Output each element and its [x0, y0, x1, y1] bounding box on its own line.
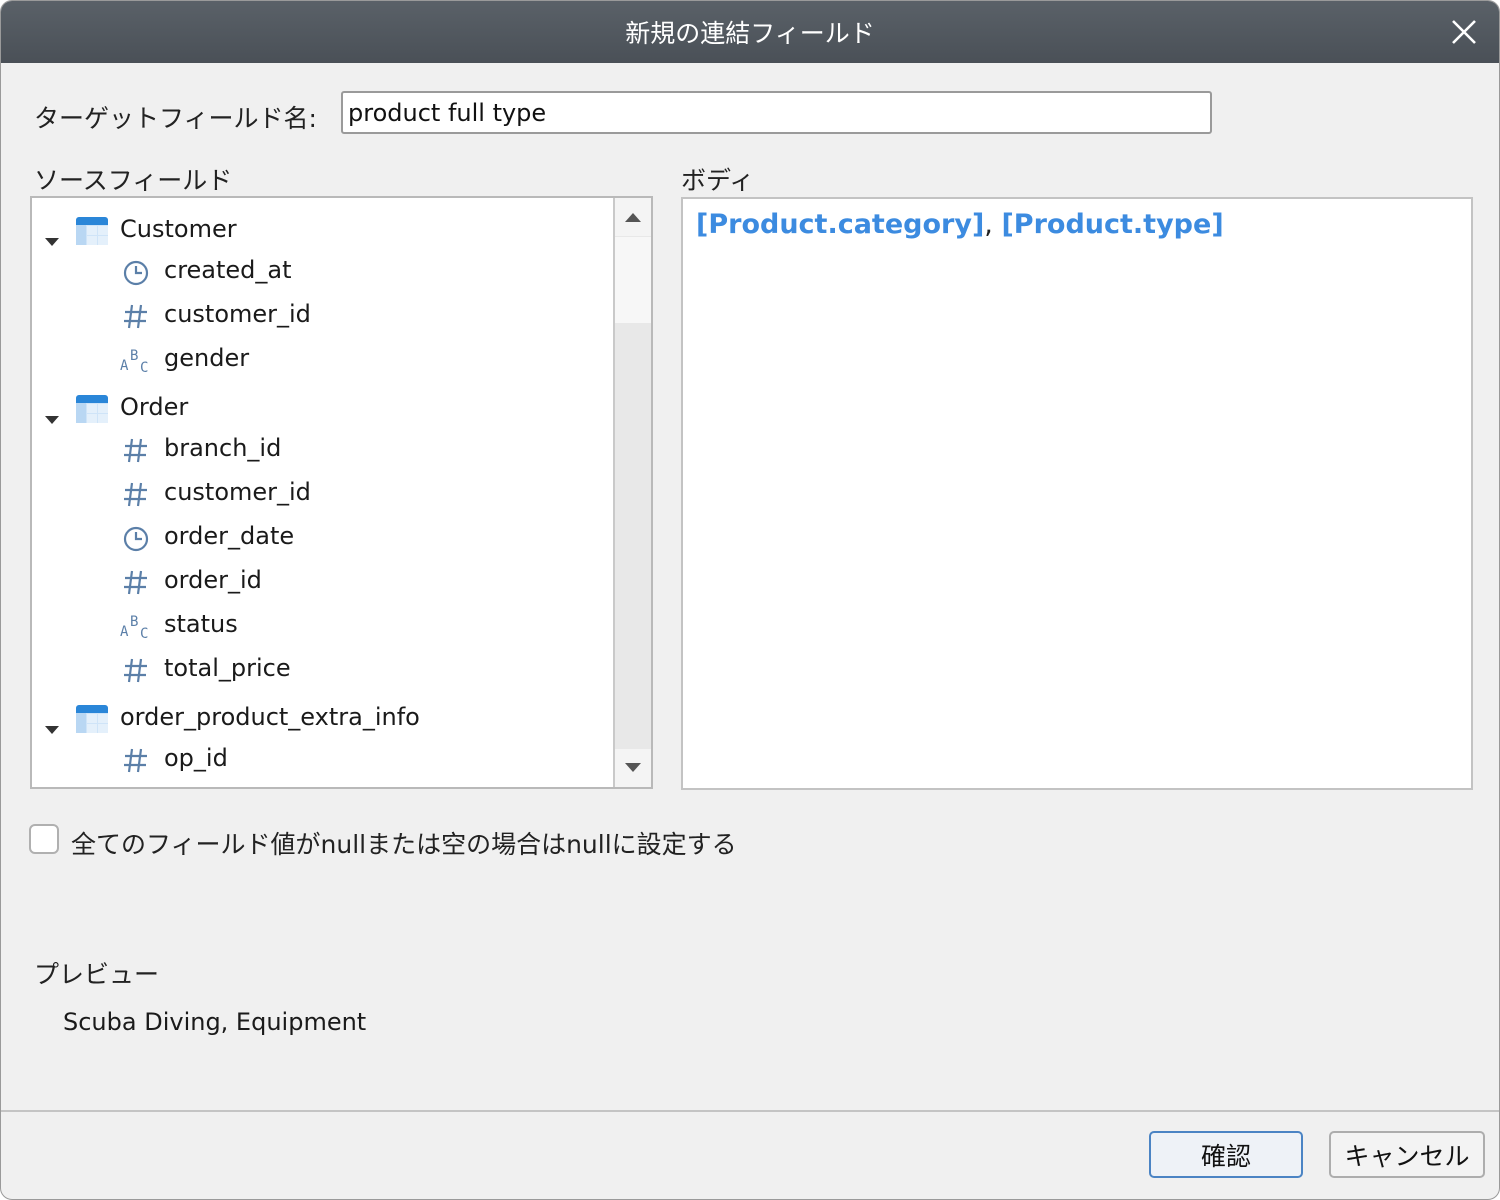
- clock-icon: [120, 256, 152, 288]
- svg-text:A: A: [120, 624, 129, 640]
- tree-field-label: total_price: [164, 654, 291, 682]
- tree-field-row[interactable]: order_id: [32, 562, 614, 602]
- svg-text:C: C: [140, 626, 148, 642]
- expand-arrow-icon[interactable]: [44, 713, 60, 741]
- tree-group-label: Customer: [120, 215, 237, 243]
- tree-field-label: created_at: [164, 256, 292, 284]
- body-token-type[interactable]: [Product.type]: [1001, 209, 1223, 240]
- footer-divider: [1, 1110, 1499, 1112]
- scrollbar[interactable]: [613, 198, 651, 787]
- null-option-label[interactable]: 全てのフィールド値がnullまたは空の場合はnullに設定する: [71, 825, 737, 861]
- window-title: 新規の連結フィールド: [625, 19, 875, 48]
- hash-icon: [120, 300, 152, 332]
- table-icon: [76, 215, 108, 253]
- tree-group-row[interactable]: order_product_extra_info: [32, 699, 614, 739]
- svg-text:B: B: [130, 348, 138, 364]
- scroll-down-button[interactable]: [615, 749, 651, 787]
- tree-field-label: branch_id: [164, 434, 282, 462]
- body-separator: ,: [984, 209, 1002, 240]
- hash-icon: [120, 434, 152, 466]
- triangle-up-icon: [625, 213, 641, 222]
- tree-field-label: order_id: [164, 566, 262, 594]
- cancel-button[interactable]: キャンセル: [1329, 1131, 1485, 1178]
- scroll-thumb[interactable]: [615, 237, 651, 323]
- expand-arrow-icon[interactable]: [44, 225, 60, 253]
- table-icon: [76, 703, 108, 741]
- hash-icon: [120, 478, 152, 510]
- tree-field-row[interactable]: op_id: [32, 740, 614, 780]
- expand-arrow-icon[interactable]: [44, 403, 60, 431]
- tree-field-row[interactable]: created_at: [32, 252, 614, 292]
- tree-group-row[interactable]: Customer: [32, 211, 614, 251]
- tree-field-label: status: [164, 610, 238, 638]
- body-token-category[interactable]: [Product.category]: [696, 209, 984, 240]
- hash-icon: [120, 744, 152, 776]
- hash-icon: [120, 654, 152, 686]
- tree-field-row[interactable]: customer_id: [32, 296, 614, 336]
- body-editor[interactable]: [Product.category], [Product.type]: [681, 197, 1473, 790]
- close-button[interactable]: [1447, 15, 1481, 49]
- scroll-up-button[interactable]: [615, 198, 651, 236]
- tree-field-label: customer_id: [164, 300, 311, 328]
- tree-group-row[interactable]: Order: [32, 389, 614, 429]
- preview-value: Scuba Diving, Equipment: [63, 1008, 367, 1036]
- title-bar: 新規の連結フィールド: [1, 1, 1499, 63]
- abc-icon: ABC: [120, 610, 152, 642]
- tree-field-row[interactable]: order_date: [32, 518, 614, 558]
- source-field-tree[interactable]: Customer created_at customer_id A B Cgender Or…: [30, 196, 653, 789]
- tree-group-label: Order: [120, 393, 189, 421]
- tree-list: Customer created_at customer_id A B Cgender Or…: [32, 198, 614, 787]
- tree-field-row[interactable]: customer_id: [32, 474, 614, 514]
- tree-field-label: gender: [164, 344, 250, 372]
- confirm-button[interactable]: 確認: [1149, 1131, 1303, 1178]
- tree-field-row[interactable]: total_price: [32, 650, 614, 690]
- table-icon: [76, 393, 108, 431]
- tree-group-label: order_product_extra_info: [120, 703, 420, 731]
- tree-field-row[interactable]: branch_id: [32, 430, 614, 470]
- abc-icon: ABC: [120, 344, 152, 376]
- target-field-input[interactable]: [341, 91, 1212, 134]
- preview-label: プレビュー: [34, 960, 160, 989]
- hash-icon: [120, 566, 152, 598]
- tree-field-label: op_id: [164, 744, 228, 772]
- svg-text:B: B: [130, 614, 138, 630]
- tree-field-label: order_date: [164, 522, 295, 550]
- null-option-checkbox[interactable]: [29, 824, 59, 854]
- source-fields-label: ソースフィールド: [34, 166, 233, 195]
- svg-text:A: A: [120, 358, 129, 374]
- target-field-label: ターゲットフィールド名:: [34, 104, 317, 133]
- close-icon: [1452, 20, 1476, 44]
- tree-field-label: customer_id: [164, 478, 311, 506]
- tree-field-row[interactable]: A B Cgender: [32, 340, 614, 380]
- dialog-window: 新規の連結フィールド ターゲットフィールド名: ソースフィールド Custome…: [0, 0, 1500, 1200]
- clock-icon: [120, 522, 152, 554]
- svg-text:C: C: [140, 360, 148, 376]
- body-label: ボディ: [681, 166, 755, 195]
- triangle-down-icon: [625, 763, 641, 772]
- tree-field-row[interactable]: A B Cstatus: [32, 606, 614, 646]
